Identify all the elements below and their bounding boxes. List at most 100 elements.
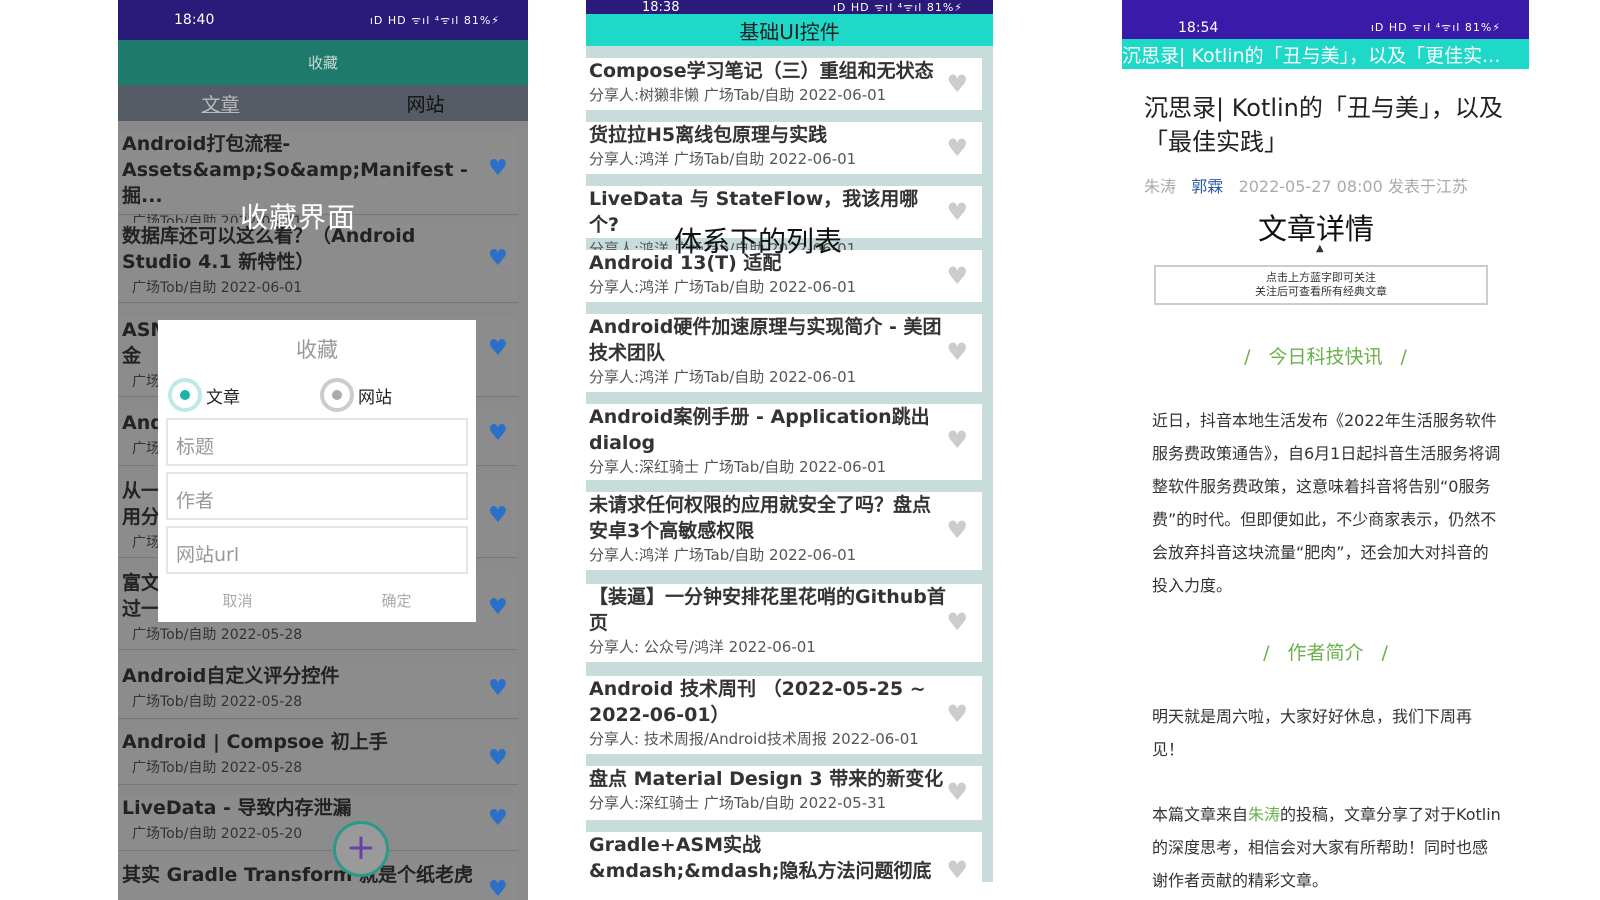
account-link[interactable]: 郭霖	[1191, 177, 1223, 196]
item-title: LiveData - 导致内存泄漏	[122, 797, 352, 819]
item-title: 【装逼】一分钟安排花里花哨的Github首页	[589, 586, 946, 634]
page-title: 沉思录| Kotlin的「丑与美」，以及「更佳实...	[1122, 44, 1501, 67]
heart-icon[interactable]: ♥	[946, 608, 968, 636]
phone-system-list: 18:38 ıD HD ᯤıl ⁴ᯤıl 81%⚡ 基础UI控件 Compose…	[586, 0, 993, 882]
favorite-dialog: 收藏 文章 网站 标题 作者 网站url 取消 确定	[158, 320, 476, 622]
author-name[interactable]: 朱涛	[1144, 177, 1176, 196]
item-meta: 分享人:鸿洋 广场Tab/自助 2022-06-01	[589, 150, 857, 168]
caption-overlay: 体系下的列表	[674, 225, 843, 258]
heart-icon[interactable]: ♥	[946, 516, 968, 544]
heart-icon[interactable]: ♥	[488, 597, 510, 619]
author-input[interactable]: 作者	[166, 472, 468, 520]
tab-articles[interactable]: 文章	[118, 90, 323, 117]
heart-icon[interactable]: ♥	[488, 248, 510, 270]
item-title: Android案例手册 - Application跳出dialog	[589, 406, 930, 454]
heart-icon[interactable]: ♥	[488, 879, 510, 900]
heart-icon[interactable]: ♥	[488, 808, 510, 830]
list-item[interactable]: Android案例手册 - Application跳出dialog 分享人:深红骑…	[586, 404, 982, 480]
heart-icon[interactable]: ♥	[946, 70, 968, 98]
heart-icon[interactable]: ♥	[488, 158, 510, 180]
item-meta: 分享人:鸿洋 广场Tab/自助 2022-06-01	[589, 278, 857, 296]
text-run: 本篇文章来自	[1152, 805, 1249, 824]
paragraph: 明天就是周六啦，大家好好休息，我们下周再见！	[1152, 707, 1473, 759]
list-item[interactable]: Compose学习笔记（三）重组和无状态分享人:树獭非懒 广场Tab/自助 20…	[586, 58, 982, 110]
list-item[interactable]: Android 技术周刊 （2022-05-25 ~ 2022-06-01） 分享…	[586, 676, 982, 754]
tab-bar: 文章 网站	[118, 85, 528, 121]
tab-websites[interactable]: 网站	[323, 90, 528, 117]
title-input[interactable]: 标题	[166, 418, 468, 466]
heart-icon[interactable]: ♥	[946, 856, 968, 882]
item-meta: 广场Tob/自助 2022-05-28	[132, 760, 303, 776]
heart-icon[interactable]: ♥	[488, 505, 510, 527]
heart-icon[interactable]: ♥	[488, 678, 510, 700]
item-title: Android | Compsoe 初上手	[122, 731, 388, 753]
item-title: Gradle+ASM实战&mdash;&mdash;隐私方法问题彻底解决之Asm…	[589, 834, 932, 882]
list-item[interactable]: Gradle+ASM实战&mdash;&mdash;隐私方法问题彻底解决之Asm…	[586, 832, 982, 882]
status-bar: 18:38 ıD HD ᯤıl ⁴ᯤıl 81%⚡	[586, 0, 993, 15]
heart-icon[interactable]: ♥	[946, 134, 968, 162]
banner-line: 关注后可查看所有经典文章	[1255, 285, 1387, 298]
list-item[interactable]: 其实 Gradle Transform 就是个纸老虎 ♥	[118, 862, 518, 900]
list-item[interactable]: 盘点 Material Design 3 带来的新变化分享人:深红骑士 广场Ta…	[586, 766, 982, 820]
heart-icon[interactable]: ♥	[488, 748, 510, 770]
paragraph: 近日，抖音本地生活发布《2022年生活服务软件服务费政策通告》，自6月1日起抖音…	[1152, 411, 1501, 595]
radio-unchecked-icon	[320, 378, 354, 412]
dialog-title: 收藏	[296, 338, 338, 362]
list-item[interactable]: 未请求任何权限的应用就安全了吗？盘点安卓3个高敏感权限 分享人:鸿洋 广场Tab/…	[586, 492, 982, 570]
url-input[interactable]: 网站url	[166, 526, 468, 574]
radio-article[interactable]: 文章	[168, 378, 320, 412]
heart-icon[interactable]: ♥	[946, 338, 968, 366]
section-title: 今日科技快讯	[1268, 346, 1383, 368]
app-bar: 沉思录| Kotlin的「丑与美」，以及「更佳实...	[1122, 39, 1529, 69]
item-title: Android自定义评分控件	[122, 665, 340, 687]
status-icons: ıD HD ᯤıl ⁴ᯤıl 81%⚡	[369, 13, 500, 27]
plus-icon: +	[345, 827, 377, 868]
list-item[interactable]: LiveData - 导致内存泄漏广场Tob/自助 2022-05-20 ♥	[118, 795, 518, 851]
heart-icon[interactable]: ♥	[946, 426, 968, 454]
list-item[interactable]: 【装逼】一分钟安排花里花哨的Github首页分享人: 公众号/鸿洋 2022-0…	[586, 584, 982, 662]
article-meta: 朱涛 郭霖 2022-05-27 08:00 发表于江苏	[1122, 173, 1529, 197]
item-meta: 分享人: 技术周报/Android技术周报 2022-06-01	[589, 730, 919, 748]
item-title: 盘点 Material Design 3 带来的新变化	[589, 768, 944, 790]
list-item[interactable]: Android | Compsoe 初上手广场Tob/自助 2022-05-28…	[118, 729, 518, 785]
item-meta: 分享人:鸿洋 广场Tab/自助 2022-06-01	[589, 368, 857, 386]
heart-icon[interactable]: ♥	[946, 262, 968, 290]
status-bar: 18:40 ıD HD ᯤıl ⁴ᯤıl 81%⚡	[118, 0, 528, 40]
item-meta: 分享人:树獭非懒 广场Tab/自助 2022-06-01	[589, 86, 887, 104]
radio-checked-icon	[168, 378, 202, 412]
app-bar: 基础UI控件	[586, 14, 993, 46]
item-meta: 广场Tob/自助 2022-05-28	[132, 627, 303, 643]
list-item[interactable]: 货拉拉H5离线包原理与实践 分享人:鸿洋 广场Tab/自助 2022-06-01 ♥	[586, 122, 982, 174]
item-meta: 分享人:深红骑士 广场Tab/自助 2022-05-31	[589, 794, 887, 812]
confirm-button[interactable]: 确定	[317, 590, 476, 611]
section-heading: / 今日科技快讯 /	[1244, 346, 1407, 368]
item-meta: 分享人: 公众号/鸿洋 2022-06-01	[589, 638, 816, 656]
item-meta: 广场Tob/自助 2022-05-20	[132, 826, 303, 842]
heart-icon[interactable]: ♥	[946, 778, 968, 806]
caption-overlay: 收藏界面	[240, 201, 357, 234]
heart-icon[interactable]: ♥	[488, 338, 510, 360]
item-title: 其实 Gradle Transform 就是个纸老虎	[122, 864, 474, 886]
publish-info: 2022-05-27 08:00 发表于江苏	[1238, 177, 1468, 196]
status-time: 18:38	[642, 0, 680, 15]
item-title: Compose学习笔记（三）重组和无状态	[589, 60, 934, 82]
arrow-up-icon: ▲	[1316, 243, 1324, 254]
heart-icon[interactable]: ♥	[946, 198, 968, 226]
heart-icon[interactable]: ♥	[488, 423, 510, 445]
app-bar: 收藏	[118, 40, 528, 85]
heart-icon[interactable]: ♥	[946, 700, 968, 728]
article-title: 沉思录| Kotlin的「丑与美」，以及「最佳实践」	[1144, 94, 1503, 156]
list-item[interactable]: Android硬件加速原理与实现简介 - 美团技术团队 分享人:鸿洋 广场Tab/…	[586, 314, 982, 392]
radio-website[interactable]: 网站	[320, 378, 472, 412]
add-fab-button[interactable]: +	[333, 821, 389, 877]
radio-label: 文章	[206, 387, 240, 408]
follow-banner[interactable]: 点击上方蓝字即可关注 关注后可查看所有经典文章	[1154, 265, 1488, 305]
section-heading: / 作者简介 /	[1263, 642, 1388, 664]
status-icons: ıD HD ᯤıl ⁴ᯤıl 81%⚡	[832, 0, 963, 14]
status-time: 18:54	[1178, 19, 1219, 36]
paragraph: 本篇文章来自朱涛的投稿，文章分享了对于Kotlin的深度思考，相信会对大家有所帮…	[1152, 798, 1502, 897]
page-title: 基础UI控件	[739, 19, 840, 44]
item-meta: 分享人:鸿洋 广场Tab/自助 2022-06-01	[589, 546, 857, 564]
list-item[interactable]: Android自定义评分控件 广场Tob/自助 2022-05-28 ♥	[118, 663, 518, 719]
cancel-button[interactable]: 取消	[158, 590, 317, 611]
